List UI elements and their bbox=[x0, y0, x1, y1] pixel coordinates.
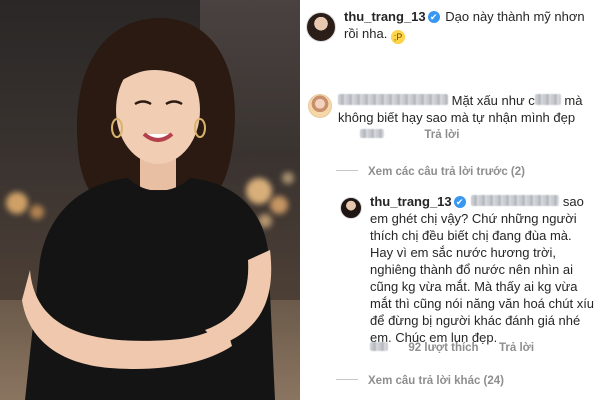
username-link[interactable]: thu_trang_13 bbox=[344, 9, 426, 24]
username-link[interactable]: thu_trang_13 bbox=[370, 194, 452, 209]
post-caption: thu_trang_13 ✔ Dạo này thành mỹ nhơn rồi … bbox=[344, 8, 594, 44]
likes-count-link[interactable]: 92 lượt thích bbox=[408, 342, 478, 354]
reply-text: sao em ghét chị vậy? Chứ những người thí… bbox=[370, 194, 595, 345]
profile-photo bbox=[0, 0, 300, 400]
verified-badge-icon: ✔ bbox=[427, 11, 440, 23]
comments-panel: thu_trang_13 ✔ Dạo này thành mỹ nhơn rồi … bbox=[300, 0, 600, 400]
comment-text: Mặt xấu như c mà không biết hạy sao mà t… bbox=[338, 92, 596, 126]
censored-word bbox=[534, 94, 561, 105]
reply-meta: 92 lượt thích Trả lời bbox=[370, 341, 534, 355]
reply-comment-text: thu_trang_13 ✔ sao em ghét chị vậy? Chứ n… bbox=[370, 193, 596, 346]
blurred-mention bbox=[471, 195, 560, 206]
comment-text-part1: Mặt xấu như c bbox=[451, 93, 535, 108]
reply-link[interactable]: Trả lời bbox=[499, 342, 534, 354]
view-more-replies-link[interactable]: Xem câu trả lời khác (24) bbox=[336, 374, 504, 388]
avatar[interactable] bbox=[306, 12, 336, 42]
verified-badge-icon: ✔ bbox=[453, 196, 466, 208]
comment-meta: Trả lời bbox=[360, 128, 459, 142]
blurred-username bbox=[338, 94, 448, 105]
blurred-timestamp bbox=[370, 342, 388, 351]
thread-line bbox=[336, 379, 358, 380]
avatar[interactable] bbox=[340, 197, 362, 219]
thread-line bbox=[336, 170, 358, 171]
winking-face-emoji-icon: ;P bbox=[391, 30, 405, 44]
blurred-timestamp bbox=[360, 129, 384, 138]
reply-link[interactable]: Trả lời bbox=[424, 129, 459, 141]
woman-portrait-illustration bbox=[22, 18, 275, 400]
avatar[interactable] bbox=[308, 94, 332, 118]
view-previous-replies-link[interactable]: Xem các câu trả lời trước (2) bbox=[336, 165, 525, 179]
